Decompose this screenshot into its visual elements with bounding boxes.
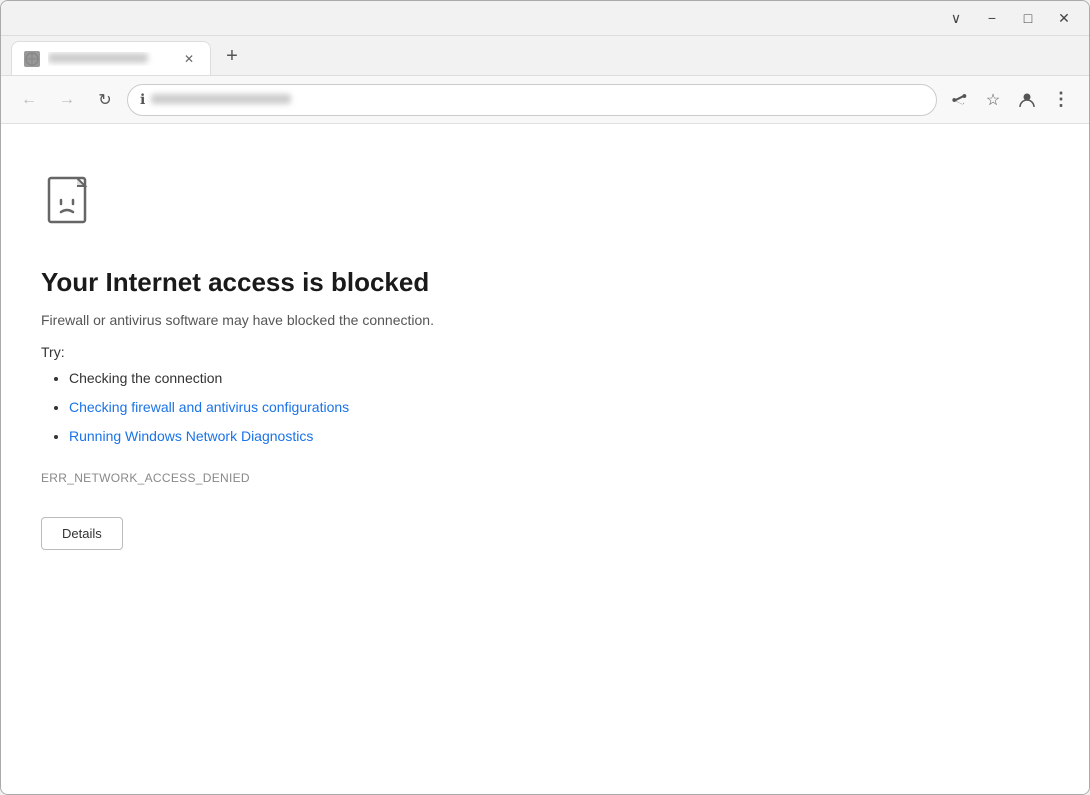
maximize-button[interactable]: □ xyxy=(1013,6,1043,30)
bookmark-icon: ☆ xyxy=(986,90,1000,110)
tab-title xyxy=(48,52,172,66)
browser-tab[interactable]: ✕ xyxy=(11,41,211,75)
menu-icon: ⋮ xyxy=(1052,89,1070,110)
minimize-button[interactable]: − xyxy=(977,6,1007,30)
list-item-text: Checking the connection xyxy=(69,370,222,386)
list-item: Running Windows Network Diagnostics xyxy=(69,426,1049,447)
error-try-label: Try: xyxy=(41,344,1049,360)
profile-icon xyxy=(1018,91,1036,109)
new-tab-button[interactable]: + xyxy=(217,41,247,71)
details-button[interactable]: Details xyxy=(41,517,123,550)
window-controls: ∨ − □ ✕ xyxy=(941,6,1079,30)
forward-button[interactable]: → xyxy=(51,84,83,116)
address-bar[interactable]: ℹ xyxy=(127,84,937,116)
close-button[interactable]: ✕ xyxy=(1049,6,1079,30)
reload-button[interactable]: ↻ xyxy=(89,84,121,116)
list-item: Checking the connection xyxy=(69,368,1049,389)
browser-window: ∨ − □ ✕ ✕ + ← → ↻ ℹ xyxy=(0,0,1090,795)
error-code: ERR_NETWORK_ACCESS_DENIED xyxy=(41,471,1049,485)
list-item: Checking firewall and antivirus configur… xyxy=(69,397,1049,418)
error-subtitle: Firewall or antivirus software may have … xyxy=(41,312,1049,328)
firewall-link[interactable]: Checking firewall and antivirus configur… xyxy=(69,399,349,415)
sort-button[interactable]: ∨ xyxy=(941,6,971,30)
navbar: ← → ↻ ℹ ☆ ⋮ xyxy=(1,76,1089,124)
tab-favicon xyxy=(24,51,40,67)
bookmark-button[interactable]: ☆ xyxy=(977,84,1009,116)
titlebar: ∨ − □ ✕ xyxy=(1,1,1089,36)
navbar-actions: ☆ ⋮ xyxy=(943,84,1077,116)
error-page-icon xyxy=(41,174,101,234)
page-content: Your Internet access is blocked Firewall… xyxy=(1,124,1089,794)
tab-close-button[interactable]: ✕ xyxy=(180,50,198,68)
tabbar: ✕ + xyxy=(1,36,1089,76)
share-icon xyxy=(951,92,967,108)
error-heading: Your Internet access is blocked xyxy=(41,267,1049,298)
address-info-icon: ℹ xyxy=(140,91,145,108)
menu-button[interactable]: ⋮ xyxy=(1045,84,1077,116)
share-button[interactable] xyxy=(943,84,975,116)
back-button[interactable]: ← xyxy=(13,84,45,116)
address-text xyxy=(151,92,924,107)
error-icon-wrapper xyxy=(41,174,1049,239)
error-suggestions-list: Checking the connection Checking firewal… xyxy=(41,368,1049,447)
diagnostics-link[interactable]: Running Windows Network Diagnostics xyxy=(69,428,313,444)
profile-button[interactable] xyxy=(1011,84,1043,116)
